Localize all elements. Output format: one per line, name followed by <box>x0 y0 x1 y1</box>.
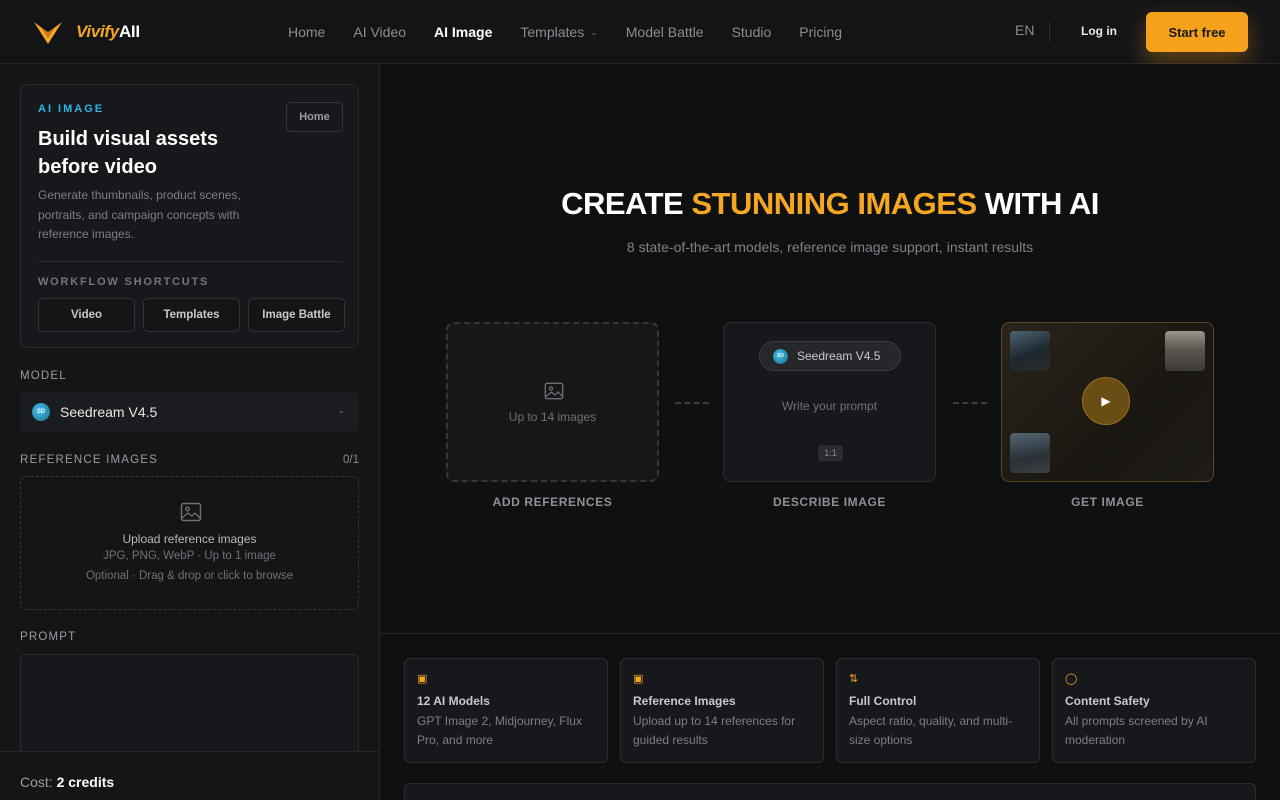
feature-description: GPT Image 2, Midjourney, Flux Pro, and m… <box>417 714 582 747</box>
hero-subtitle: 8 state-of-the-art models, reference ima… <box>626 239 1034 255</box>
reference-upload-dropzone[interactable]: Upload reference images JPG, PNG, WebP ·… <box>20 476 359 610</box>
cost-label: Cost: <box>20 774 53 790</box>
upload-title: Upload reference images <box>122 532 257 546</box>
feature-card: ▣ 12 AI Models GPT Image 2, Midjourney, … <box>404 658 608 763</box>
nav-ai-video[interactable]: AI Video <box>353 24 406 40</box>
cost-display: Cost: 2 credits <box>20 774 114 790</box>
feature-title: 12 AI Models <box>417 694 490 708</box>
step-connector <box>675 402 709 404</box>
nav-studio[interactable]: Studio <box>732 24 772 40</box>
step-references-text: Up to 14 images <box>508 410 597 424</box>
chevron-down-icon: ⌄ <box>337 405 345 415</box>
preview-thumbnail <box>1010 331 1050 371</box>
intro-card: AI IMAGE Build visual assets before vide… <box>20 84 359 348</box>
play-icon[interactable]: ▶ <box>1082 377 1130 425</box>
reference-count: 0/1 <box>343 454 359 466</box>
shortcuts-row: Video Templates Image Battle <box>38 298 345 332</box>
image-icon: ▣ <box>417 673 428 685</box>
image-icon <box>180 502 202 522</box>
step-get-image[interactable]: ▶ <box>1001 322 1214 482</box>
step-add-references[interactable]: Up to 14 images <box>446 322 659 482</box>
seedream-logo-icon: SD <box>32 403 50 421</box>
top-nav-bar: VivifyAII Home AI Video AI Image Templat… <box>0 0 1280 64</box>
features-divider <box>380 633 1280 634</box>
shortcut-video-button[interactable]: Video <box>38 298 135 332</box>
step-model-name: Seedream V4.5 <box>797 349 881 363</box>
feature-description: Upload up to 14 references for guided re… <box>633 714 796 747</box>
nav-templates[interactable]: Templates ⌄ <box>520 24 597 40</box>
shortcuts-label: WORKFLOW SHORTCUTS <box>38 276 210 288</box>
feature-title: Full Control <box>849 694 917 708</box>
language-switch[interactable]: EN <box>1015 22 1034 38</box>
image-icon: ▣ <box>633 673 644 685</box>
sliders-icon: ⇅ <box>849 673 859 685</box>
step-label-get-image: GET IMAGE <box>1071 495 1144 509</box>
feature-title: Content Safety <box>1065 694 1150 708</box>
step-label-describe-image: DESCRIBE IMAGE <box>772 495 887 509</box>
logo-text: VivifyAII <box>76 22 140 41</box>
start-free-button[interactable]: Start free <box>1146 12 1248 52</box>
feature-title: Reference Images <box>633 694 736 708</box>
hero-title: CREATE STUNNING IMAGES WITH AI <box>561 186 1099 221</box>
model-select-value: Seedream V4.5 <box>60 404 158 420</box>
model-label: MODEL <box>20 370 67 382</box>
card-title: Build visual assets before video <box>38 128 219 178</box>
info-banner <box>404 783 1256 800</box>
step-label-add-references: ADD REFERENCES <box>492 495 613 509</box>
preview-thumbnail <box>1165 331 1205 371</box>
home-button[interactable]: Home <box>286 102 343 132</box>
card-divider <box>38 261 343 262</box>
upload-hint: Optional · Drag & drop or click to brows… <box>85 570 294 582</box>
logo-icon <box>34 22 62 44</box>
feature-card: ◯ Content Safety All prompts screened by… <box>1052 658 1256 763</box>
cost-bar: Cost: 2 credits <box>0 751 379 800</box>
step-describe-image[interactable]: SD Seedream V4.5 Write your prompt 1:1 <box>723 322 936 482</box>
shortcut-templates-button[interactable]: Templates <box>143 298 240 332</box>
nav-templates-label: Templates <box>520 24 585 40</box>
reference-images-label: REFERENCE IMAGES <box>20 454 159 466</box>
nav-pricing[interactable]: Pricing <box>799 24 842 40</box>
preview-thumbnail <box>1010 433 1050 473</box>
upload-formats: JPG, PNG, WebP · Up to 1 image <box>103 550 276 562</box>
chevron-down-icon: ⌄ <box>590 26 598 37</box>
feature-card: ⇅ Full Control Aspect ratio, quality, an… <box>836 658 1040 763</box>
nav-ai-image[interactable]: AI Image <box>434 24 492 40</box>
card-description: Generate thumbnails, product scenes, por… <box>38 188 241 241</box>
step-prompt-placeholder: Write your prompt <box>781 399 878 413</box>
image-icon <box>544 382 564 400</box>
cost-value: 2 credits <box>56 774 115 790</box>
feature-description: Aspect ratio, quality, and multi-size op… <box>849 714 1013 747</box>
shield-icon: ◯ <box>1065 673 1078 685</box>
sidebar: AI IMAGE Build visual assets before vide… <box>0 64 380 800</box>
prompt-textarea[interactable] <box>20 654 359 764</box>
model-select[interactable]: SD Seedream V4.5 ⌄ <box>20 392 359 432</box>
card-eyebrow: AI IMAGE <box>38 103 105 115</box>
feature-card: ▣ Reference Images Upload up to 14 refer… <box>620 658 824 763</box>
main-nav: Home AI Video AI Image Templates ⌄ Model … <box>288 0 842 64</box>
nav-divider <box>1049 22 1050 42</box>
step-model-pill: SD Seedream V4.5 <box>759 341 901 371</box>
seedream-logo-icon: SD <box>773 348 788 364</box>
nav-model-battle[interactable]: Model Battle <box>626 24 704 40</box>
step-connector <box>953 402 987 404</box>
nav-home[interactable]: Home <box>288 24 325 40</box>
login-link[interactable]: Log in <box>1081 24 1117 38</box>
logo[interactable]: VivifyAII <box>32 16 140 48</box>
feature-description: All prompts screened by AI moderation <box>1065 714 1208 747</box>
hero-title-accent: STUNNING IMAGES <box>691 186 977 221</box>
aspect-ratio-badge: 1:1 <box>818 445 843 461</box>
main-content: CREATE STUNNING IMAGES WITH AI 8 state-o… <box>380 64 1280 800</box>
shortcut-image-battle-button[interactable]: Image Battle <box>248 298 345 332</box>
prompt-label: PROMPT <box>20 631 77 643</box>
